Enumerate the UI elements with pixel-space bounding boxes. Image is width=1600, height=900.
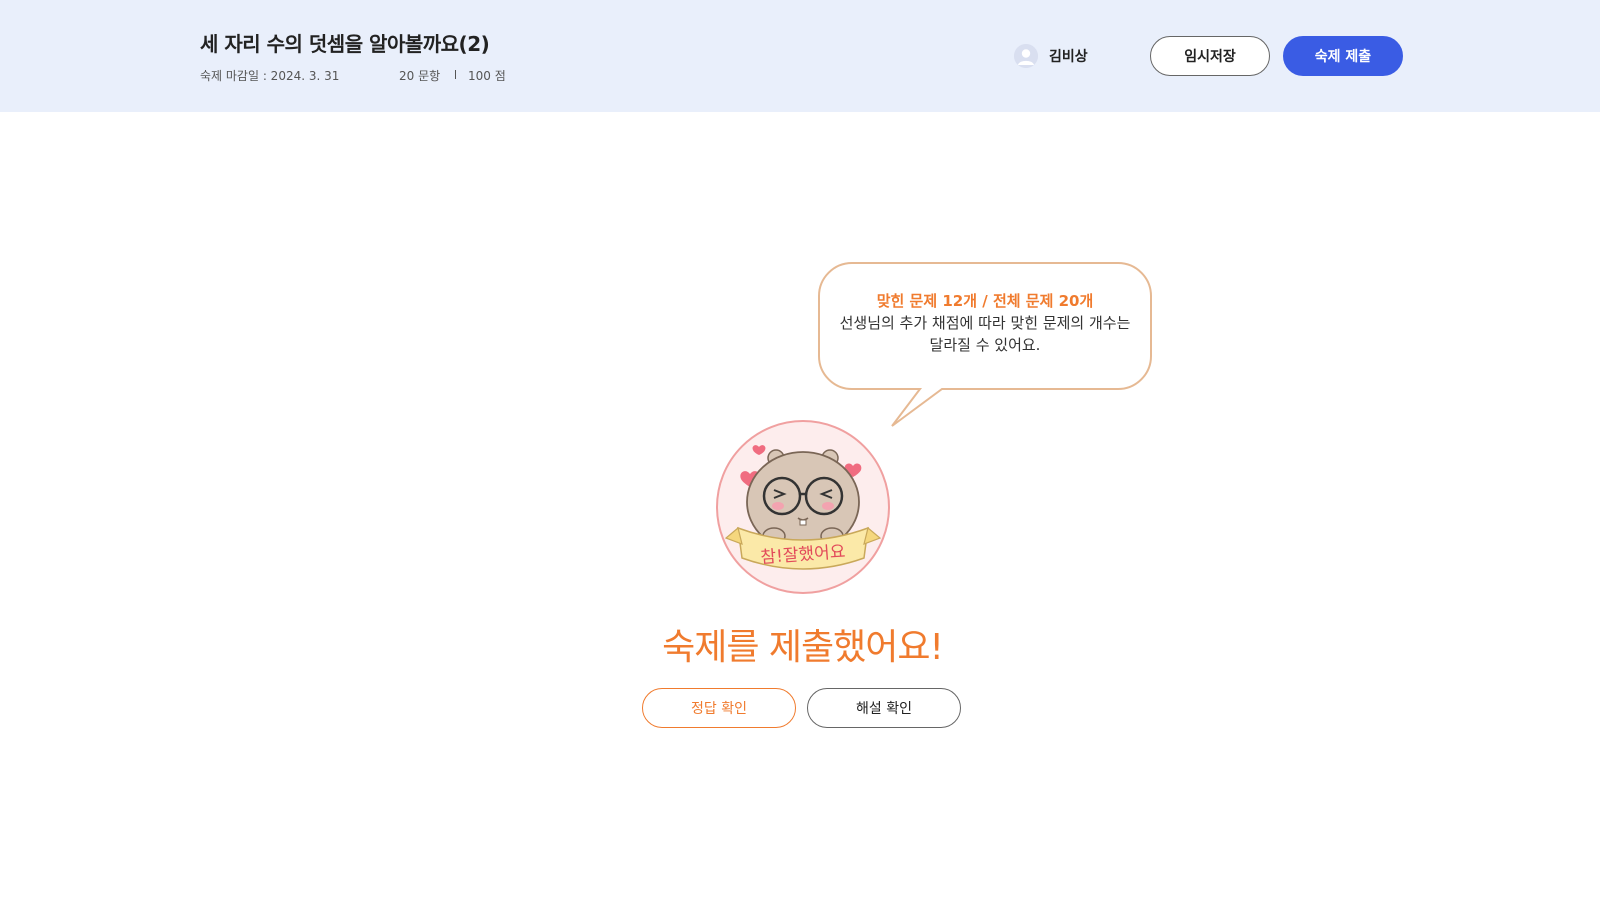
view-explanation-button[interactable]: 해설 확인 <box>807 688 961 728</box>
user-profile: 김비상 <box>1014 44 1088 68</box>
result-speech-bubble: 맞힌 문제 12개 / 전체 문제 20개 선생님의 추가 채점에 따라 맞힌 … <box>818 262 1152 427</box>
user-name: 김비상 <box>1049 49 1088 65</box>
user-avatar-icon <box>1014 44 1038 68</box>
page-title: 세 자리 수의 덧셈을 알아볼까요(2) <box>200 32 490 56</box>
view-answers-button[interactable]: 정답 확인 <box>642 688 796 728</box>
submission-complete-title: 숙제를 제출했어요! <box>662 627 944 668</box>
grading-notice: 선생님의 추가 채점에 따라 맞힌 문제의 개수는 달라질 수 있어요. <box>839 314 1131 354</box>
assignment-header: 세 자리 수의 덧셈을 알아볼까요(2) 숙제 마감일 : 2024. 3. 3… <box>0 0 1600 112</box>
meta-divider <box>455 70 456 79</box>
bubble-text: 맞힌 문제 12개 / 전체 문제 20개 선생님의 추가 채점에 따라 맞힌 … <box>832 290 1138 356</box>
hamster-mascot-icon: 참!잘했어요 <box>716 420 890 594</box>
temp-save-button[interactable]: 임시저장 <box>1150 36 1270 76</box>
score-summary: 맞힌 문제 12개 / 전체 문제 20개 <box>876 292 1094 310</box>
total-score: 100 점 <box>468 69 506 83</box>
submit-homework-button[interactable]: 숙제 제출 <box>1283 36 1403 76</box>
question-count: 20 문항 <box>399 69 441 83</box>
due-date: 숙제 마감일 : 2024. 3. 31 <box>200 69 340 83</box>
